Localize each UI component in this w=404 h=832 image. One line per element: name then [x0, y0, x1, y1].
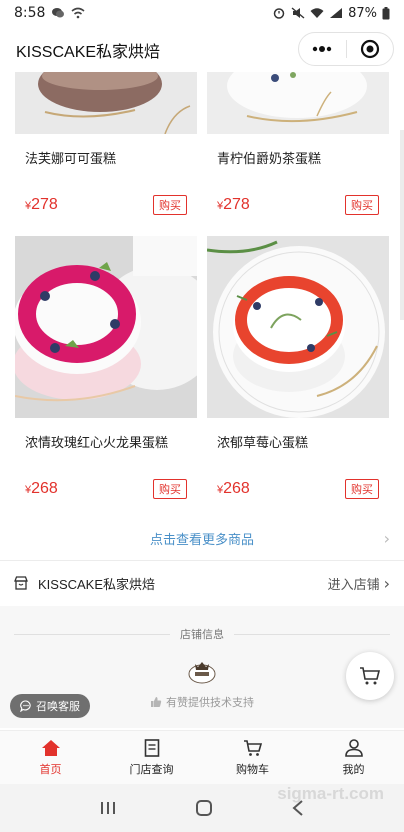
watermark-text: sigma-rt.com	[277, 784, 384, 803]
user-icon	[344, 738, 363, 757]
customer-service-button[interactable]: 召唤客服	[10, 694, 90, 718]
recent-apps-icon[interactable]	[99, 800, 117, 816]
close-mini-program-button[interactable]	[346, 33, 393, 65]
cart-icon	[243, 739, 262, 756]
mute-icon	[291, 7, 305, 19]
page-title: KISSCAKE私家烘焙	[16, 44, 161, 61]
status-time: 8:58	[14, 5, 46, 21]
product-card[interactable]: 法芙娜可可蛋糕 ¥278 购买	[15, 72, 197, 222]
store-row[interactable]: KISSCAKE私家烘焙 进入店铺 ›	[0, 562, 404, 604]
store-icon	[14, 576, 28, 590]
heading-line	[14, 633, 170, 635]
powered-by-text: 有赞提供技术支持	[166, 696, 254, 709]
tab-label: 购物车	[236, 762, 269, 776]
product-card[interactable]: 浓郁草莓心蛋糕 ¥268 购买	[207, 236, 389, 504]
buy-button[interactable]: 购买	[153, 479, 187, 499]
home-nav-icon[interactable]	[195, 799, 213, 817]
buy-button[interactable]: 购买	[345, 195, 379, 215]
battery-icon	[382, 6, 390, 19]
store-logo	[188, 662, 216, 684]
store-info-heading: 店铺信息	[14, 626, 390, 642]
thumbs-up-icon	[151, 697, 162, 707]
product-price: ¥268	[25, 480, 58, 497]
wifi-call-icon	[71, 7, 85, 19]
chat-icon	[52, 8, 65, 18]
product-name: 浓情玫瑰红心火龙果蛋糕	[25, 436, 169, 451]
tab-label: 门店查询	[129, 762, 174, 776]
wifi-icon	[310, 8, 324, 18]
store-info-title: 店铺信息	[180, 628, 224, 641]
mini-program-capsule	[298, 32, 394, 66]
product-card[interactable]: 青柠伯爵奶茶蛋糕 ¥278 购买	[207, 72, 389, 222]
alarm-icon	[273, 8, 285, 19]
heading-line	[234, 633, 390, 635]
product-name: 法芙娜可可蛋糕	[25, 152, 117, 167]
section-divider	[0, 560, 404, 561]
product-image[interactable]	[15, 236, 197, 418]
enter-store-link[interactable]: 进入店铺 ›	[328, 574, 390, 593]
customer-service-label: 召唤客服	[36, 700, 80, 713]
product-name: 浓郁草莓心蛋糕	[217, 436, 309, 451]
store-name: KISSCAKE私家烘焙	[38, 576, 156, 592]
product-image[interactable]	[207, 72, 389, 134]
product-price: ¥278	[25, 196, 58, 213]
product-price: ¥278	[217, 196, 250, 213]
product-image[interactable]	[15, 72, 197, 134]
status-bar: 8:58 87%	[0, 0, 404, 26]
signal-icon	[330, 8, 343, 18]
tab-home[interactable]: 首页	[0, 731, 101, 784]
app-header: KISSCAKE私家烘焙	[0, 28, 404, 72]
buy-button[interactable]: 购买	[345, 479, 379, 499]
more-menu-button[interactable]	[299, 33, 346, 65]
floating-cart-button[interactable]	[346, 652, 394, 700]
product-image[interactable]	[207, 236, 389, 418]
chevron-right-icon: ›	[383, 528, 390, 548]
home-icon	[41, 739, 60, 756]
product-card[interactable]: 浓情玫瑰红心火龙果蛋糕 ¥268 购买	[15, 236, 197, 504]
document-icon	[144, 738, 159, 757]
product-price: ¥268	[217, 480, 250, 497]
enter-store-label: 进入店铺	[327, 577, 380, 593]
tab-store-search[interactable]: 门店查询	[101, 731, 202, 784]
cart-icon	[360, 667, 381, 685]
bottom-tab-bar: 首页 门店查询 购物车 我的	[0, 730, 404, 784]
buy-button[interactable]: 购买	[153, 195, 187, 215]
view-more-label: 点击查看更多商品	[149, 532, 254, 548]
tab-label: 首页	[39, 762, 62, 776]
product-name: 青柠伯爵奶茶蛋糕	[217, 152, 322, 167]
tab-cart[interactable]: 购物车	[202, 731, 303, 784]
view-more-link[interactable]: 点击查看更多商品 ›	[0, 520, 404, 556]
chevron-right-icon: ›	[383, 573, 390, 593]
tab-label: 我的	[342, 762, 365, 776]
tab-mine[interactable]: 我的	[303, 731, 404, 784]
more-dots-icon	[313, 46, 332, 52]
chat-bubble-icon	[20, 700, 31, 712]
target-circle-icon	[360, 39, 379, 59]
scroll-indicator	[400, 130, 404, 320]
battery-percent: 87%	[348, 5, 377, 21]
